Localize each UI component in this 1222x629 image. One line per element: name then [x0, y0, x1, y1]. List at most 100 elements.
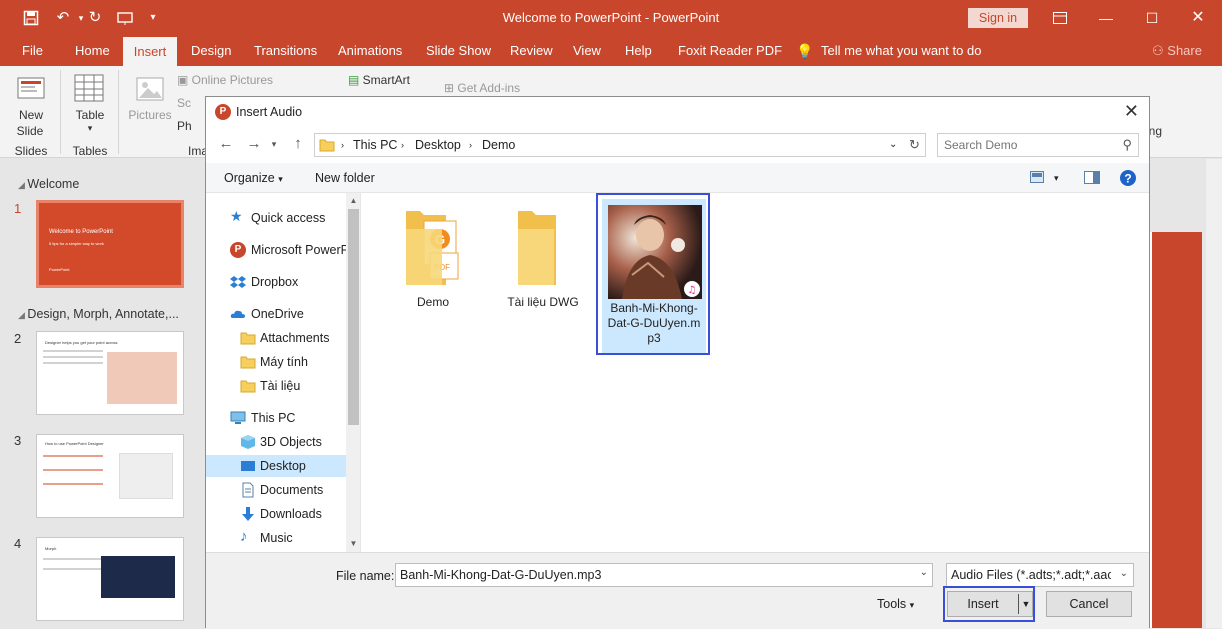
tell-me-search[interactable]: Tell me what you want to do: [815, 36, 987, 66]
online-pictures-button[interactable]: ▣ Online Pictures: [177, 73, 273, 87]
thumb1-title: Welcome to PowerPoint: [49, 229, 113, 235]
tab-transitions[interactable]: Transitions: [248, 36, 323, 66]
nav-onedrive[interactable]: OneDrive: [206, 303, 346, 325]
nav-downloads[interactable]: Downloads: [206, 503, 346, 525]
breadcrumb-desktop[interactable]: Desktop: [415, 138, 461, 152]
section-welcome[interactable]: ◢ Welcome: [18, 177, 79, 191]
folder-icon: [240, 356, 256, 369]
tab-slide-show[interactable]: Slide Show: [420, 36, 497, 66]
tab-review[interactable]: Review: [504, 36, 559, 66]
tab-foxit-reader-pdf[interactable]: Foxit Reader PDF: [672, 36, 788, 66]
new-slide-label-1[interactable]: New: [16, 108, 46, 122]
slide-thumbnail-3[interactable]: How to use PowerPoint Designer: [36, 434, 184, 518]
section-design-morph[interactable]: ◢ Design, Morph, Annotate,...: [18, 307, 179, 321]
refresh-icon[interactable]: ↻: [904, 133, 926, 157]
nav-dropbox[interactable]: Dropbox: [206, 271, 346, 293]
file-item-demo[interactable]: G PDF Demo: [378, 209, 488, 319]
nav-this-pc[interactable]: This PC: [206, 407, 346, 429]
help-icon[interactable]: ?: [1119, 169, 1137, 190]
addins-icon: ⊞: [444, 81, 458, 95]
back-arrow-icon[interactable]: ←: [216, 135, 236, 152]
nav-microsoft-powerpoint[interactable]: P Microsoft PowerP: [206, 239, 346, 261]
close-icon[interactable]: ✕: [1124, 101, 1139, 122]
view-dropdown-icon[interactable]: ▾: [1054, 173, 1059, 184]
cancel-button[interactable]: Cancel: [1046, 591, 1132, 617]
address-dropdown-icon[interactable]: ⌄: [889, 139, 897, 150]
nav-label: Microsoft PowerP: [251, 243, 346, 257]
highlight-box: [596, 193, 710, 355]
nav-attachments[interactable]: Attachments: [206, 327, 346, 349]
folder-icon: [319, 139, 335, 152]
tab-insert[interactable]: Insert: [123, 36, 177, 66]
minimize-icon[interactable]: —: [1094, 6, 1118, 30]
photo-album-label[interactable]: Ph: [177, 119, 192, 133]
pictures-label[interactable]: Pictures: [124, 108, 176, 122]
nav-scroll-thumb[interactable]: [348, 209, 359, 425]
tab-help[interactable]: Help: [619, 36, 658, 66]
preview-pane-icon[interactable]: [1084, 171, 1100, 187]
nav-3d-objects[interactable]: 3D Objects: [206, 431, 346, 453]
file-name-input[interactable]: [400, 568, 900, 582]
nav-scrollbar[interactable]: ▲ ▼: [346, 193, 360, 552]
maximize-icon[interactable]: ☐: [1140, 6, 1164, 30]
file-name-dropdown-icon[interactable]: ⌄: [920, 567, 928, 578]
file-type-select[interactable]: Audio Files (*.adts;*.adt;*.aac;*. ⌄: [946, 563, 1134, 587]
scroll-up-icon[interactable]: ▲: [346, 196, 360, 205]
slide-thumbnail-1[interactable]: Welcome to PowerPoint 5 tips for a simpl…: [36, 200, 184, 288]
collapse-icon[interactable]: ◢: [18, 180, 27, 190]
breadcrumb-this-pc[interactable]: This PC: [353, 138, 397, 152]
tab-design[interactable]: Design: [185, 36, 237, 66]
scroll-down-icon[interactable]: ▼: [346, 539, 360, 548]
slide-thumbnail-4[interactable]: Morph: [36, 537, 184, 621]
nav-quick-access[interactable]: ★ Quick access: [206, 207, 346, 229]
new-slide-icon[interactable]: [16, 74, 46, 107]
slide-thumbnail-2[interactable]: Designer helps you get your point across: [36, 331, 184, 415]
nav-label: Music: [260, 531, 293, 545]
new-folder-button[interactable]: New folder: [315, 171, 375, 185]
breadcrumb-demo[interactable]: Demo: [482, 138, 515, 152]
recent-locations-icon[interactable]: ▾: [264, 139, 284, 150]
nav-tai-lieu[interactable]: Tài liệu: [206, 375, 346, 397]
forward-arrow-icon[interactable]: →: [244, 135, 264, 152]
search-icon[interactable]: ⚲: [1122, 137, 1132, 153]
share-button[interactable]: ⚇ Share: [1146, 36, 1208, 66]
file-type-dropdown-icon[interactable]: ⌄: [1120, 568, 1128, 579]
view-options-icon[interactable]: [1030, 171, 1044, 186]
new-slide-label-2[interactable]: Slide: [12, 124, 48, 138]
thumb1-logo: PowerPoint: [49, 267, 70, 272]
table-icon[interactable]: [74, 74, 104, 105]
ribbon-display-icon[interactable]: [1048, 6, 1072, 30]
table-label[interactable]: Table: [70, 108, 110, 122]
sign-in-button[interactable]: Sign in: [968, 8, 1028, 28]
nav-label: Documents: [260, 483, 324, 497]
up-arrow-icon[interactable]: ↑: [288, 135, 308, 152]
nav-may-tinh[interactable]: Máy tính: [206, 351, 346, 373]
search-box[interactable]: ⚲: [937, 133, 1139, 157]
tab-view[interactable]: View: [567, 36, 607, 66]
slide-number: 4: [14, 536, 22, 551]
nav-desktop[interactable]: Desktop: [206, 455, 346, 477]
tab-home[interactable]: Home: [69, 36, 116, 66]
window-title: Welcome to PowerPoint - PowerPoint: [502, 10, 720, 25]
current-slide-edge[interactable]: [1150, 232, 1202, 628]
address-bar[interactable]: › This PC › Desktop › Demo ⌄: [314, 133, 926, 157]
file-item-tai-lieu-dwg[interactable]: Tài liệu DWG: [488, 209, 598, 319]
thumb-text-line: [43, 350, 103, 352]
search-input[interactable]: [944, 137, 1114, 153]
tab-animations[interactable]: Animations: [332, 36, 408, 66]
pictures-icon[interactable]: [135, 74, 165, 107]
editor-scrollbar[interactable]: [1206, 159, 1222, 628]
powerpoint-icon: P: [215, 104, 231, 120]
tab-file[interactable]: File: [16, 36, 49, 66]
collapse-icon[interactable]: ◢: [18, 310, 27, 320]
close-window-icon[interactable]: ✕: [1186, 6, 1210, 30]
screenshot-label[interactable]: Sc: [177, 96, 191, 110]
nav-music[interactable]: ♪ Music: [206, 527, 346, 549]
nav-documents[interactable]: Documents: [206, 479, 346, 501]
tools-button[interactable]: Tools ▾: [877, 597, 914, 611]
get-addins-button[interactable]: ⊞ Get Add-ins: [444, 81, 520, 95]
file-name-field[interactable]: ⌄: [395, 563, 933, 587]
table-dropdown-icon[interactable]: ▾: [70, 123, 110, 134]
smartart-button[interactable]: ▤ SmartArt: [348, 73, 410, 87]
organize-button[interactable]: Organize ▾: [224, 171, 283, 185]
